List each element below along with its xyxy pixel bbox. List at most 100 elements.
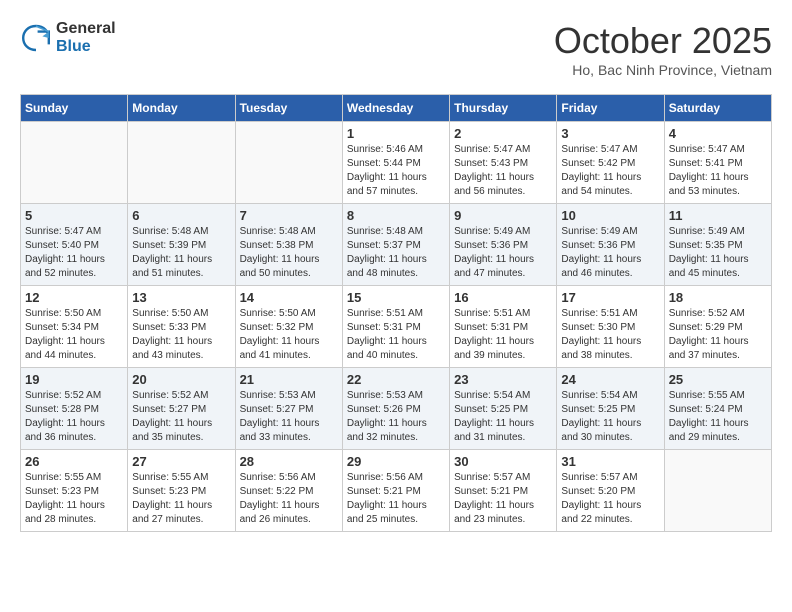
day-info: Sunrise: 5:53 AMSunset: 5:27 PMDaylight:… xyxy=(240,389,338,445)
day-of-week-header: Thursday xyxy=(450,95,557,122)
title-block: October 2025 Ho, Bac Ninh Province, Viet… xyxy=(554,20,772,78)
calendar-day-cell: 25 Sunrise: 5:55 AMSunset: 5:24 PMDayligh… xyxy=(664,368,771,450)
calendar-day-cell: 23 Sunrise: 5:54 AMSunset: 5:25 PMDayligh… xyxy=(450,368,557,450)
calendar-day-cell: 15Sunrise: 5:51 AMSunset: 5:31 PMDayligh… xyxy=(342,286,449,368)
day-info: Sunrise: 5:47 AMSunset: 5:41 PMDaylight:… xyxy=(669,143,767,199)
day-info: Sunrise: 5:51 AMSunset: 5:30 PMDaylight:… xyxy=(561,307,659,363)
day-number: 5 xyxy=(25,208,123,223)
day-info: Sunrise: 5:57 AMSunset: 5:20 PMDaylight:… xyxy=(561,471,659,527)
calendar-week-row: 12 Sunrise: 5:50 AMSunset: 5:34 PMDayligh… xyxy=(21,286,772,368)
calendar-day-cell: 20Sunrise: 5:52 AMSunset: 5:27 PMDayligh… xyxy=(128,368,235,450)
day-info: Sunrise: 5:47 AMSunset: 5:43 PMDaylight:… xyxy=(454,143,552,199)
day-number: 3 xyxy=(561,126,659,141)
calendar-day-cell: 21 Sunrise: 5:53 AMSunset: 5:27 PMDayligh… xyxy=(235,368,342,450)
logo: General Blue xyxy=(20,20,116,55)
logo-icon xyxy=(20,22,52,54)
day-info: Sunrise: 5:54 AMSunset: 5:25 PMDaylight:… xyxy=(454,389,552,445)
logo-text: General Blue xyxy=(56,20,116,55)
day-info: Sunrise: 5:57 AMSunset: 5:21 PMDaylight:… xyxy=(454,471,552,527)
day-of-week-header: Saturday xyxy=(664,95,771,122)
day-number: 23 xyxy=(454,372,552,387)
day-info: Sunrise: 5:53 AMSunset: 5:26 PMDaylight:… xyxy=(347,389,445,445)
day-number: 12 xyxy=(25,290,123,305)
calendar-day-cell: 1Sunrise: 5:46 AMSunset: 5:44 PMDaylight… xyxy=(342,122,449,204)
day-info: Sunrise: 5:52 AMSunset: 5:28 PMDaylight:… xyxy=(25,389,123,445)
calendar-day-cell: 17 Sunrise: 5:51 AMSunset: 5:30 PMDayligh… xyxy=(557,286,664,368)
calendar-table: SundayMondayTuesdayWednesdayThursdayFrid… xyxy=(20,94,772,532)
day-of-week-header: Tuesday xyxy=(235,95,342,122)
day-number: 15 xyxy=(347,290,445,305)
calendar-day-cell: 6 Sunrise: 5:48 AMSunset: 5:39 PMDaylight… xyxy=(128,204,235,286)
calendar-day-cell: 7 Sunrise: 5:48 AMSunset: 5:38 PMDaylight… xyxy=(235,204,342,286)
day-info: Sunrise: 5:48 AMSunset: 5:39 PMDaylight:… xyxy=(132,225,230,281)
day-number: 18 xyxy=(669,290,767,305)
day-info: Sunrise: 5:49 AMSunset: 5:36 PMDaylight:… xyxy=(454,225,552,281)
day-of-week-header: Sunday xyxy=(21,95,128,122)
day-number: 26 xyxy=(25,454,123,469)
day-info: Sunrise: 5:50 AMSunset: 5:34 PMDaylight:… xyxy=(25,307,123,363)
day-number: 22 xyxy=(347,372,445,387)
calendar-day-cell: 5 Sunrise: 5:47 AMSunset: 5:40 PMDaylight… xyxy=(21,204,128,286)
day-number: 27 xyxy=(132,454,230,469)
day-number: 9 xyxy=(454,208,552,223)
day-number: 25 xyxy=(669,372,767,387)
day-info: Sunrise: 5:50 AMSunset: 5:33 PMDaylight:… xyxy=(132,307,230,363)
day-number: 24 xyxy=(561,372,659,387)
calendar-day-cell: 13 Sunrise: 5:50 AMSunset: 5:33 PMDayligh… xyxy=(128,286,235,368)
calendar-day-cell: 14Sunrise: 5:50 AMSunset: 5:32 PMDayligh… xyxy=(235,286,342,368)
calendar-day-cell: 8 Sunrise: 5:48 AMSunset: 5:37 PMDaylight… xyxy=(342,204,449,286)
day-number: 14 xyxy=(240,290,338,305)
calendar-day-cell: 18 Sunrise: 5:52 AMSunset: 5:29 PMDayligh… xyxy=(664,286,771,368)
calendar-week-row: 5 Sunrise: 5:47 AMSunset: 5:40 PMDaylight… xyxy=(21,204,772,286)
calendar-day-cell: 3Sunrise: 5:47 AMSunset: 5:42 PMDaylight… xyxy=(557,122,664,204)
calendar-day-cell xyxy=(21,122,128,204)
calendar-day-cell: 4 Sunrise: 5:47 AMSunset: 5:41 PMDaylight… xyxy=(664,122,771,204)
location-text: Ho, Bac Ninh Province, Vietnam xyxy=(554,62,772,78)
calendar-day-cell xyxy=(128,122,235,204)
day-number: 4 xyxy=(669,126,767,141)
day-info: Sunrise: 5:52 AMSunset: 5:29 PMDaylight:… xyxy=(669,307,767,363)
day-info: Sunrise: 5:56 AMSunset: 5:22 PMDaylight:… xyxy=(240,471,338,527)
day-number: 21 xyxy=(240,372,338,387)
day-number: 7 xyxy=(240,208,338,223)
day-info: Sunrise: 5:52 AMSunset: 5:27 PMDaylight:… xyxy=(132,389,230,445)
day-info: Sunrise: 5:48 AMSunset: 5:38 PMDaylight:… xyxy=(240,225,338,281)
page-header: General Blue October 2025 Ho, Bac Ninh P… xyxy=(20,20,772,78)
calendar-day-cell xyxy=(235,122,342,204)
calendar-day-cell: 12 Sunrise: 5:50 AMSunset: 5:34 PMDayligh… xyxy=(21,286,128,368)
calendar-day-cell: 19 Sunrise: 5:52 AMSunset: 5:28 PMDayligh… xyxy=(21,368,128,450)
day-number: 13 xyxy=(132,290,230,305)
calendar-week-row: 19 Sunrise: 5:52 AMSunset: 5:28 PMDayligh… xyxy=(21,368,772,450)
day-info: Sunrise: 5:48 AMSunset: 5:37 PMDaylight:… xyxy=(347,225,445,281)
day-info: Sunrise: 5:47 AMSunset: 5:40 PMDaylight:… xyxy=(25,225,123,281)
calendar-day-cell: 16 Sunrise: 5:51 AMSunset: 5:31 PMDayligh… xyxy=(450,286,557,368)
calendar-day-cell: 30 Sunrise: 5:57 AMSunset: 5:21 PMDayligh… xyxy=(450,450,557,532)
logo-general-text: General xyxy=(56,20,116,38)
day-info: Sunrise: 5:56 AMSunset: 5:21 PMDaylight:… xyxy=(347,471,445,527)
day-number: 17 xyxy=(561,290,659,305)
day-of-week-header: Friday xyxy=(557,95,664,122)
day-info: Sunrise: 5:55 AMSunset: 5:24 PMDaylight:… xyxy=(669,389,767,445)
day-number: 16 xyxy=(454,290,552,305)
calendar-week-row: 26 Sunrise: 5:55 AMSunset: 5:23 PMDayligh… xyxy=(21,450,772,532)
day-info: Sunrise: 5:46 AMSunset: 5:44 PMDaylight:… xyxy=(347,143,445,199)
day-number: 30 xyxy=(454,454,552,469)
calendar-day-cell: 28 Sunrise: 5:56 AMSunset: 5:22 PMDayligh… xyxy=(235,450,342,532)
day-info: Sunrise: 5:51 AMSunset: 5:31 PMDaylight:… xyxy=(454,307,552,363)
day-number: 19 xyxy=(25,372,123,387)
calendar-day-cell: 24Sunrise: 5:54 AMSunset: 5:25 PMDayligh… xyxy=(557,368,664,450)
day-number: 28 xyxy=(240,454,338,469)
day-info: Sunrise: 5:55 AMSunset: 5:23 PMDaylight:… xyxy=(132,471,230,527)
day-number: 29 xyxy=(347,454,445,469)
day-info: Sunrise: 5:49 AMSunset: 5:36 PMDaylight:… xyxy=(561,225,659,281)
calendar-day-cell: 9 Sunrise: 5:49 AMSunset: 5:36 PMDaylight… xyxy=(450,204,557,286)
calendar-day-cell: 27 Sunrise: 5:55 AMSunset: 5:23 PMDayligh… xyxy=(128,450,235,532)
day-number: 2 xyxy=(454,126,552,141)
day-number: 6 xyxy=(132,208,230,223)
day-number: 8 xyxy=(347,208,445,223)
calendar-day-cell: 26Sunrise: 5:55 AMSunset: 5:23 PMDayligh… xyxy=(21,450,128,532)
logo-blue-text: Blue xyxy=(56,38,116,56)
day-number: 31 xyxy=(561,454,659,469)
calendar-day-cell: 2 Sunrise: 5:47 AMSunset: 5:43 PMDaylight… xyxy=(450,122,557,204)
calendar-week-row: 1Sunrise: 5:46 AMSunset: 5:44 PMDaylight… xyxy=(21,122,772,204)
